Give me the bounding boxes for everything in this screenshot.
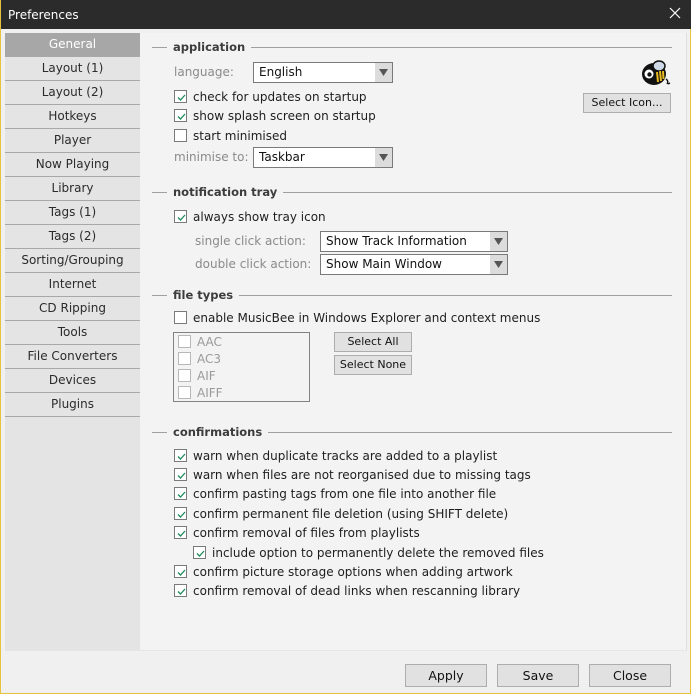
sidebar-item-tags-1[interactable]: Tags (1): [5, 201, 140, 225]
checkbox-checked-icon: [174, 507, 187, 520]
double-click-dropdown[interactable]: Show Main Window: [320, 254, 508, 275]
save-button[interactable]: Save: [497, 664, 579, 687]
single-click-label: single click action:: [195, 234, 306, 248]
sidebar-item-devices[interactable]: Devices: [5, 369, 140, 393]
section-application: application: [152, 40, 672, 54]
sidebar-item-layout-2[interactable]: Layout (2): [5, 81, 140, 105]
confirm-dead-links-checkbox[interactable]: confirm removal of dead links when resca…: [174, 582, 520, 599]
sidebar-item-sorting-grouping[interactable]: Sorting/Grouping: [5, 249, 140, 273]
section-heading: application: [173, 40, 252, 54]
enable-explorer-checkbox[interactable]: enable MusicBee in Windows Explorer and …: [174, 309, 540, 326]
checkbox-checked-icon: [174, 584, 187, 597]
checkbox-unchecked-icon: [178, 335, 191, 348]
section-notification-tray: notification tray: [152, 185, 672, 199]
checkbox-checked-icon: [174, 449, 187, 462]
checkbox-unchecked-icon: [174, 129, 187, 142]
apply-button[interactable]: Apply: [405, 664, 487, 687]
checkbox-checked-icon: [174, 565, 187, 578]
sidebar-item-tags-2[interactable]: Tags (2): [5, 225, 140, 249]
checkbox-unchecked-icon: [178, 369, 191, 382]
sidebar-item-plugins[interactable]: Plugins: [5, 393, 140, 417]
minimise-to-label: minimise to:: [174, 150, 249, 164]
chevron-down-icon: [490, 255, 507, 274]
checkbox-checked-icon: [193, 546, 206, 559]
general-settings-panel: application language: English check for …: [140, 33, 687, 650]
divider: [152, 432, 167, 433]
sidebar-item-hotkeys[interactable]: Hotkeys: [5, 105, 140, 129]
sidebar-item-general[interactable]: General: [5, 33, 140, 57]
footer-bar: Apply Save Close: [5, 650, 687, 690]
select-icon-button[interactable]: Select Icon...: [583, 93, 671, 113]
file-types-list[interactable]: AAC AC3 AIF AIFF: [173, 332, 310, 402]
chevron-down-icon: [375, 148, 392, 167]
language-label: language:: [174, 65, 234, 79]
confirm-not-reorganised-checkbox[interactable]: warn when files are not reorganised due …: [174, 466, 531, 483]
sidebar-item-now-playing[interactable]: Now Playing: [5, 153, 140, 177]
confirm-removal-playlists-checkbox[interactable]: confirm removal of files from playlists: [174, 524, 420, 541]
file-type-item[interactable]: AAC: [174, 333, 309, 350]
sidebar-item-cd-ripping[interactable]: CD Ripping: [5, 297, 140, 321]
file-type-item[interactable]: AC3: [174, 350, 309, 367]
minimise-to-value: Taskbar: [259, 150, 305, 164]
sidebar-item-tools[interactable]: Tools: [5, 321, 140, 345]
confirm-picture-storage-checkbox[interactable]: confirm picture storage options when add…: [174, 563, 513, 580]
minimise-to-dropdown[interactable]: Taskbar: [253, 147, 393, 168]
always-show-tray-checkbox[interactable]: always show tray icon: [174, 208, 326, 225]
divider: [152, 47, 167, 48]
section-file-types: file types: [152, 288, 672, 302]
divider: [152, 295, 167, 296]
section-confirmations: confirmations: [152, 425, 672, 439]
sidebar: General Layout (1) Layout (2) Hotkeys Pl…: [5, 33, 140, 650]
checkbox-checked-icon: [174, 210, 187, 223]
single-click-dropdown[interactable]: Show Track Information: [320, 231, 508, 252]
chevron-down-icon: [375, 63, 392, 82]
start-minimised-checkbox[interactable]: start minimised: [174, 127, 287, 144]
file-type-item[interactable]: AIF: [174, 367, 309, 384]
divider: [152, 192, 167, 193]
close-button[interactable]: Close: [589, 664, 671, 687]
include-permanent-delete-checkbox[interactable]: include option to permanently delete the…: [193, 544, 544, 561]
show-splash-checkbox[interactable]: show splash screen on startup: [174, 107, 376, 124]
checkbox-checked-icon: [174, 526, 187, 539]
chevron-down-icon: [490, 232, 507, 251]
confirm-pasting-tags-checkbox[interactable]: confirm pasting tags from one file into …: [174, 485, 496, 502]
window-title: Preferences: [8, 8, 79, 22]
section-heading: notification tray: [173, 185, 284, 199]
file-type-item[interactable]: AIFF: [174, 384, 309, 401]
musicbee-bee-icon: [640, 59, 672, 87]
select-none-button[interactable]: Select None: [334, 355, 412, 375]
checkbox-checked-icon: [174, 109, 187, 122]
sidebar-item-file-converters[interactable]: File Converters: [5, 345, 140, 369]
confirm-permanent-deletion-checkbox[interactable]: confirm permanent file deletion (using S…: [174, 505, 508, 522]
sidebar-item-layout-1[interactable]: Layout (1): [5, 57, 140, 81]
sidebar-item-player[interactable]: Player: [5, 129, 140, 153]
checkbox-unchecked-icon: [178, 386, 191, 399]
sidebar-item-library[interactable]: Library: [5, 177, 140, 201]
checkbox-unchecked-icon: [178, 352, 191, 365]
divider: [173, 295, 672, 296]
close-icon[interactable]: [666, 4, 684, 22]
section-heading: file types: [173, 288, 240, 302]
checkbox-checked-icon: [174, 90, 187, 103]
section-heading: confirmations: [173, 425, 269, 439]
language-dropdown[interactable]: English: [253, 62, 393, 83]
sidebar-item-internet[interactable]: Internet: [5, 273, 140, 297]
double-click-value: Show Main Window: [326, 257, 442, 271]
single-click-value: Show Track Information: [326, 234, 467, 248]
double-click-label: double click action:: [195, 257, 312, 271]
preferences-window: Preferences General Layout (1) Layout (2…: [0, 0, 691, 694]
check-updates-checkbox[interactable]: check for updates on startup: [174, 88, 367, 105]
checkbox-unchecked-icon: [174, 311, 187, 324]
confirm-duplicate-tracks-checkbox[interactable]: warn when duplicate tracks are added to …: [174, 447, 497, 464]
checkbox-checked-icon: [174, 468, 187, 481]
language-value: English: [259, 65, 303, 79]
title-bar: Preferences: [1, 0, 691, 29]
select-all-button[interactable]: Select All: [334, 332, 412, 352]
checkbox-checked-icon: [174, 487, 187, 500]
